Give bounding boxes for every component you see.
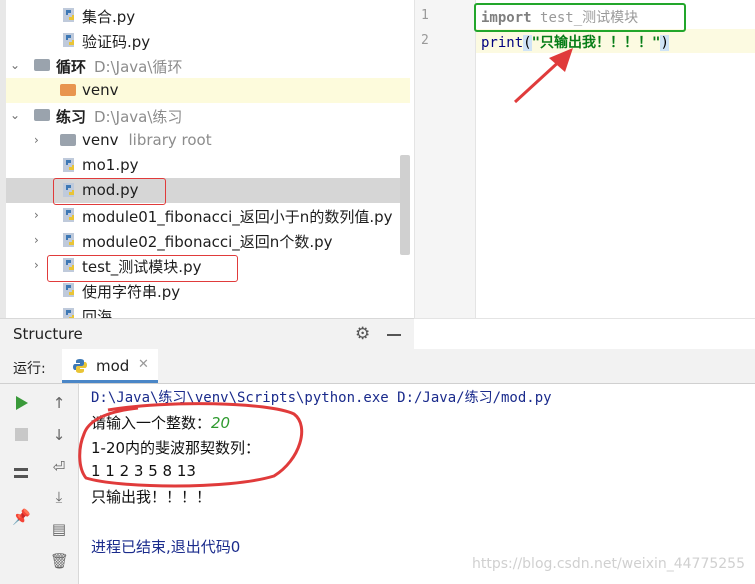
chevron-right-icon[interactable]: › (34, 258, 44, 272)
folder-icon (34, 109, 50, 121)
folder-icon (60, 134, 76, 146)
tree-item-label: 回海 (82, 308, 113, 318)
tree-item-label: 验证码.py (82, 33, 151, 51)
tree-item-label: mo1.py (82, 156, 139, 174)
tree-item-label: module01_fibonacci_返回小于n的数列值.py (82, 208, 393, 226)
run-tab-label: mod (96, 357, 130, 375)
layout-icon[interactable] (12, 466, 30, 484)
chevron-right-icon[interactable]: › (34, 233, 44, 247)
tree-item-mo1[interactable]: mo1.py (6, 153, 410, 178)
project-tree-panel: 集合.py 验证码.py ⌄ 循环 D:\Java\循环 venv ⌄ 练习 D… (0, 0, 414, 318)
python-file-icon (63, 33, 74, 47)
green-highlight-box (474, 3, 686, 32)
stop-icon[interactable] (12, 426, 30, 444)
close-icon[interactable]: ✕ (138, 357, 149, 372)
red-highlight-box (47, 255, 238, 282)
chevron-down-icon[interactable]: ⌄ (10, 58, 20, 72)
python-logo-icon (73, 359, 87, 373)
play-icon[interactable] (12, 394, 30, 412)
tree-folder-venv-xunhuan[interactable]: venv (6, 78, 410, 103)
red-highlight-box (53, 178, 166, 205)
library-root-label: library root (128, 131, 212, 149)
tree-item-partial[interactable]: 回海 (6, 303, 410, 318)
line-number: 2 (421, 33, 429, 48)
red-circle-annotation (78, 402, 304, 488)
gear-icon[interactable]: ⚙ (355, 324, 370, 344)
tree-folder-lianxi[interactable]: ⌄ 练习 D:\Java\练习 (6, 103, 410, 128)
tree-item-module02[interactable]: › module02_fibonacci_返回n个数.py (6, 228, 410, 253)
run-tab-mod[interactable]: mod ✕ (62, 349, 158, 383)
folder-icon (34, 59, 50, 71)
tree-folder-xunhuan[interactable]: ⌄ 循环 D:\Java\循环 (6, 53, 410, 78)
pin-icon[interactable]: 📌 (12, 508, 31, 526)
arrow-up-icon[interactable]: ↑ (50, 394, 68, 412)
run-label: 运行: (13, 361, 46, 377)
tree-folder-path: D:\Java\循环 (94, 58, 183, 76)
python-file-icon (63, 283, 74, 297)
tree-item-yanzhengma[interactable]: 验证码.py (6, 28, 410, 53)
tree-folder-label: 练习 (56, 108, 87, 126)
chevron-down-icon[interactable]: ⌄ (10, 108, 20, 122)
tree-folder-label: venv library root (82, 131, 212, 149)
folder-icon (60, 84, 76, 96)
line-number-gutter: 1 2 (415, 0, 476, 318)
tree-folder-venv-lianxi[interactable]: › venv library root (6, 128, 410, 153)
paren-close: ) (660, 35, 669, 51)
tree-item-label: 集合.py (82, 8, 136, 26)
structure-title: Structure (13, 325, 83, 343)
python-file-icon (63, 158, 74, 172)
tree-item-label: module02_fibonacci_返回n个数.py (82, 233, 333, 251)
tree-item-jihe[interactable]: 集合.py (6, 3, 410, 28)
arrow-down-icon[interactable]: ↓ (50, 426, 68, 444)
python-file-icon (63, 308, 74, 318)
scroll-to-end-icon[interactable]: ⤓ (50, 488, 68, 506)
tree-folder-path: D:\Java\练习 (94, 108, 183, 126)
tree-scrollbar-thumb[interactable] (400, 155, 410, 255)
tree-folder-label: 循环 (56, 58, 87, 76)
run-secondary-toolbar: ↑ ↓ ⏎ ⤓ ▤ 🗑 (40, 384, 79, 584)
editor-bottom-area (414, 318, 755, 349)
line-number: 1 (421, 8, 429, 23)
tree-item-label: 使用字符串.py (82, 283, 181, 301)
chevron-right-icon[interactable]: › (34, 133, 44, 147)
run-left-toolbar: 📌 (0, 384, 41, 584)
trash-icon[interactable]: 🗑 (50, 552, 69, 570)
tree-item-module01[interactable]: › module01_fibonacci_返回小于n的数列值.py (6, 203, 410, 228)
minimize-icon[interactable] (387, 334, 401, 336)
soft-wrap-icon[interactable]: ⏎ (50, 458, 68, 476)
python-file-icon (63, 233, 74, 247)
red-arrow-annotation (513, 48, 573, 104)
watermark-text: https://blog.csdn.net/weixin_44775255 (471, 556, 745, 572)
structure-panel-header[interactable]: Structure ⚙ (0, 318, 414, 350)
console-exit-message: 进程已结束,退出代码0 (91, 538, 241, 556)
python-file-icon (63, 208, 74, 222)
print-icon[interactable]: ▤ (50, 520, 68, 538)
run-toolbar: 运行: mod ✕ (0, 349, 755, 384)
chevron-right-icon[interactable]: › (34, 208, 44, 222)
python-file-icon (63, 8, 74, 22)
tree-folder-label: venv (82, 81, 119, 99)
